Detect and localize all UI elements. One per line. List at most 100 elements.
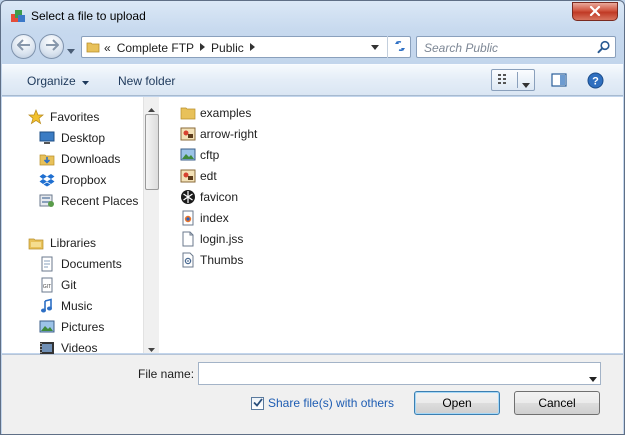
command-bar: Organize New folder ? xyxy=(2,64,623,96)
navigation-scrollbar[interactable] xyxy=(143,97,159,353)
svg-text:?: ? xyxy=(592,76,599,88)
chevron-right-icon[interactable] xyxy=(200,43,206,53)
file-name-label: File name: xyxy=(138,367,195,381)
system-file-icon xyxy=(180,252,196,268)
picture-file-icon xyxy=(180,147,196,163)
file-name: favicon xyxy=(200,190,239,204)
view-button-divider xyxy=(517,72,518,88)
new-folder-button[interactable]: New folder xyxy=(118,74,175,88)
image-file-icon xyxy=(180,168,196,184)
file-item-cftp[interactable]: cftp xyxy=(180,145,219,165)
view-details-icon xyxy=(496,73,512,90)
dropbox-icon xyxy=(39,172,55,188)
title-bar: Select a file to upload xyxy=(1,1,624,31)
desktop-icon xyxy=(39,130,55,146)
file-item-arrow-right[interactable]: arrow-right xyxy=(180,124,257,144)
file-item-thumbs[interactable]: Thumbs xyxy=(180,250,243,270)
forward-button[interactable] xyxy=(39,34,64,59)
navigation-pane: Favorites Desktop Downloads Dropbox Rece… xyxy=(2,97,159,355)
music-icon xyxy=(39,298,55,314)
search-input[interactable]: Search Public xyxy=(424,41,498,55)
libraries-icon xyxy=(28,235,44,251)
file-name: arrow-right xyxy=(200,127,258,141)
arrow-right-icon xyxy=(45,39,59,54)
nav-item-label: Dropbox xyxy=(61,173,107,187)
file-name: Thumbs xyxy=(200,253,244,267)
help-icon[interactable]: ? xyxy=(587,72,604,92)
new-folder-label: New folder xyxy=(118,74,176,88)
nav-item-label: Git xyxy=(61,278,77,292)
address-row: « Complete FTP Public Search Public xyxy=(1,32,624,62)
file-name: index xyxy=(200,211,229,225)
nav-item-label: Pictures xyxy=(61,320,105,334)
pictures-icon xyxy=(39,319,55,335)
documents-icon xyxy=(39,256,55,272)
organize-button[interactable]: Organize xyxy=(27,74,89,88)
checkmark-icon xyxy=(252,396,263,410)
blank-file-icon xyxy=(180,231,196,247)
file-item-index[interactable]: index xyxy=(180,208,229,228)
file-name: login.jss xyxy=(200,232,244,246)
git-icon: GIT xyxy=(39,277,55,293)
share-files-checkbox[interactable] xyxy=(251,396,264,410)
address-bar[interactable]: « Complete FTP Public xyxy=(81,36,411,58)
refresh-icon xyxy=(393,39,407,56)
file-list: examples arrow-right cftp edt favicon in… xyxy=(160,97,623,353)
breadcrumb-item[interactable]: Public xyxy=(211,41,244,55)
nav-favorites-label: Favorites xyxy=(50,110,100,124)
open-button[interactable]: Open xyxy=(414,391,500,415)
breadcrumb-item[interactable]: Complete FTP xyxy=(117,41,194,55)
file-name-dropdown-icon[interactable] xyxy=(589,371,597,385)
favicon-icon xyxy=(180,189,196,205)
search-icon[interactable] xyxy=(597,40,611,57)
recent-locations-dropdown-icon[interactable] xyxy=(67,43,75,57)
close-icon xyxy=(589,5,601,19)
file-item-favicon[interactable]: favicon xyxy=(180,187,238,207)
file-dialog-window: Select a file to upload « Complete FTP P… xyxy=(0,0,625,435)
file-item-login-jss[interactable]: login.jss xyxy=(180,229,243,249)
close-button[interactable] xyxy=(572,2,618,21)
chevron-right-icon[interactable] xyxy=(249,43,255,53)
organize-label: Organize xyxy=(27,74,76,88)
folder-icon xyxy=(86,40,100,57)
nav-item-label: Desktop xyxy=(61,131,106,145)
share-files-label: Share file(s) with others xyxy=(268,396,395,410)
scrollbar-thumb[interactable] xyxy=(145,114,159,190)
nav-item-label: Downloads xyxy=(61,152,121,166)
downloads-folder-icon xyxy=(39,151,55,167)
address-dropdown-icon[interactable] xyxy=(365,37,384,57)
refresh-button[interactable] xyxy=(387,36,411,58)
share-files-option[interactable]: Share file(s) with others xyxy=(251,396,394,410)
nav-item-label: Videos xyxy=(61,341,98,355)
back-button[interactable] xyxy=(11,34,36,59)
chevron-down-icon xyxy=(81,74,89,88)
scroll-down-icon[interactable] xyxy=(148,341,155,355)
file-name: edt xyxy=(200,169,217,183)
folder-icon xyxy=(180,105,196,121)
nav-item-label: Music xyxy=(61,299,93,313)
preview-pane-icon[interactable] xyxy=(551,73,567,90)
main-content: Favorites Desktop Downloads Dropbox Rece… xyxy=(2,97,623,355)
window-title: Select a file to upload xyxy=(31,9,146,23)
recent-places-icon xyxy=(39,193,55,209)
file-name: examples xyxy=(200,106,252,120)
html-file-icon xyxy=(180,210,196,226)
nav-item-label: Documents xyxy=(61,257,122,271)
change-view-button[interactable] xyxy=(491,69,535,91)
file-item-edt[interactable]: edt xyxy=(180,166,217,186)
file-name-combobox[interactable] xyxy=(198,362,601,385)
arrow-left-icon xyxy=(16,39,31,54)
svg-text:GIT: GIT xyxy=(43,284,51,290)
star-icon xyxy=(28,109,44,125)
image-file-icon xyxy=(180,126,196,142)
file-name-input[interactable] xyxy=(203,364,573,384)
scroll-up-icon[interactable] xyxy=(148,101,155,115)
breadcrumb-overflow[interactable]: « xyxy=(104,41,111,55)
file-item-examples[interactable]: examples xyxy=(180,103,251,123)
search-box[interactable]: Search Public xyxy=(416,36,616,58)
view-options-dropdown-icon[interactable] xyxy=(522,77,530,91)
cancel-button[interactable]: Cancel xyxy=(514,391,600,415)
nav-libraries-label: Libraries xyxy=(50,236,97,250)
file-name: cftp xyxy=(200,148,220,162)
breadcrumb: « Complete FTP Public xyxy=(104,41,255,55)
